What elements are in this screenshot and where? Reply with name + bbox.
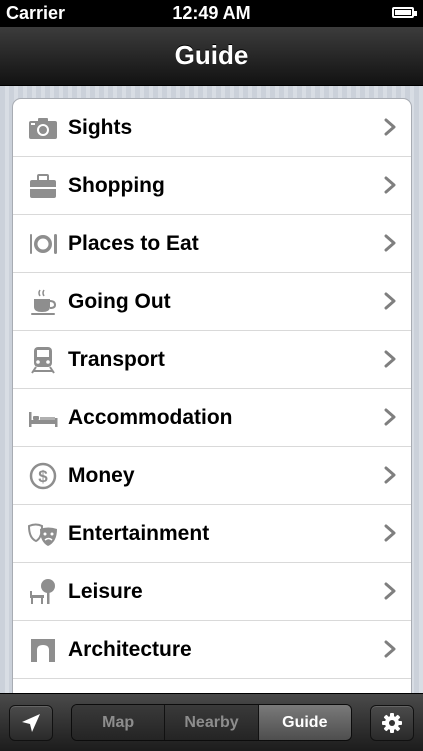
dollar-icon: $ bbox=[27, 461, 59, 491]
list-item-label: Places to Eat bbox=[68, 232, 199, 255]
chevron-right-icon bbox=[384, 118, 396, 136]
list-item-transport[interactable]: Transport bbox=[13, 331, 411, 389]
list-item-label: Accommodation bbox=[68, 406, 233, 429]
list-item-going-out[interactable]: Going Out bbox=[13, 273, 411, 331]
list-item-entertainment[interactable]: Entertainment bbox=[13, 505, 411, 563]
svg-text:$: $ bbox=[38, 467, 48, 486]
chevron-right-icon bbox=[384, 350, 396, 368]
bed-icon bbox=[27, 403, 59, 433]
chevron-right-icon bbox=[384, 292, 396, 310]
chevron-right-icon bbox=[384, 466, 396, 484]
locate-button[interactable] bbox=[9, 705, 53, 741]
list-item-label: Architecture bbox=[68, 638, 192, 661]
view-segmented-control: Map Nearby Guide bbox=[71, 704, 352, 741]
list-item-money[interactable]: $ Money bbox=[13, 447, 411, 505]
guide-list: Sights Shopping Places to Eat Going Out bbox=[12, 98, 412, 693]
chevron-right-icon bbox=[384, 408, 396, 426]
list-item-label: Entertainment bbox=[68, 522, 210, 545]
chevron-right-icon bbox=[384, 524, 396, 542]
plate-cutlery-icon bbox=[27, 229, 59, 259]
chevron-right-icon bbox=[384, 640, 396, 658]
location-arrow-icon bbox=[22, 714, 40, 732]
arch-icon bbox=[27, 635, 59, 665]
gear-icon bbox=[382, 713, 402, 733]
settings-button[interactable] bbox=[370, 705, 414, 741]
park-bench-tree-icon bbox=[27, 577, 59, 607]
list-item-sights[interactable]: Sights bbox=[13, 99, 411, 157]
status-bar: Carrier 12:49 AM bbox=[0, 0, 423, 27]
segment-map[interactable]: Map bbox=[72, 705, 166, 740]
chevron-right-icon bbox=[384, 176, 396, 194]
list-item-label: Shopping bbox=[68, 174, 165, 197]
list-item-label: Going Out bbox=[68, 290, 171, 313]
list-item-architecture[interactable]: Architecture bbox=[13, 621, 411, 679]
content-area[interactable]: Sights Shopping Places to Eat Going Out bbox=[0, 86, 423, 693]
camera-icon bbox=[27, 113, 59, 143]
train-icon bbox=[27, 345, 59, 375]
briefcase-icon bbox=[27, 171, 59, 201]
battery-full-icon bbox=[392, 7, 417, 18]
list-item-label: Money bbox=[68, 464, 135, 487]
list-item-label: Sights bbox=[68, 116, 133, 139]
list-item-label: Transport bbox=[68, 348, 165, 371]
list-item-label: Leisure bbox=[68, 580, 143, 603]
chevron-right-icon bbox=[384, 234, 396, 252]
segment-nearby[interactable]: Nearby bbox=[165, 705, 259, 740]
list-item-shopping[interactable]: Shopping bbox=[13, 157, 411, 215]
chevron-right-icon bbox=[384, 582, 396, 600]
list-item-partial[interactable] bbox=[13, 679, 411, 693]
theater-masks-icon bbox=[27, 519, 59, 549]
clock: 12:49 AM bbox=[172, 3, 251, 23]
bottom-toolbar: Map Nearby Guide bbox=[0, 693, 423, 751]
coffee-cup-icon bbox=[27, 287, 59, 317]
segment-guide[interactable]: Guide bbox=[258, 705, 351, 740]
navigation-bar: Guide bbox=[0, 27, 423, 86]
list-item-places-to-eat[interactable]: Places to Eat bbox=[13, 215, 411, 273]
list-item-leisure[interactable]: Leisure bbox=[13, 563, 411, 621]
page-title: Guide bbox=[174, 40, 249, 70]
list-item-accommodation[interactable]: Accommodation bbox=[13, 389, 411, 447]
